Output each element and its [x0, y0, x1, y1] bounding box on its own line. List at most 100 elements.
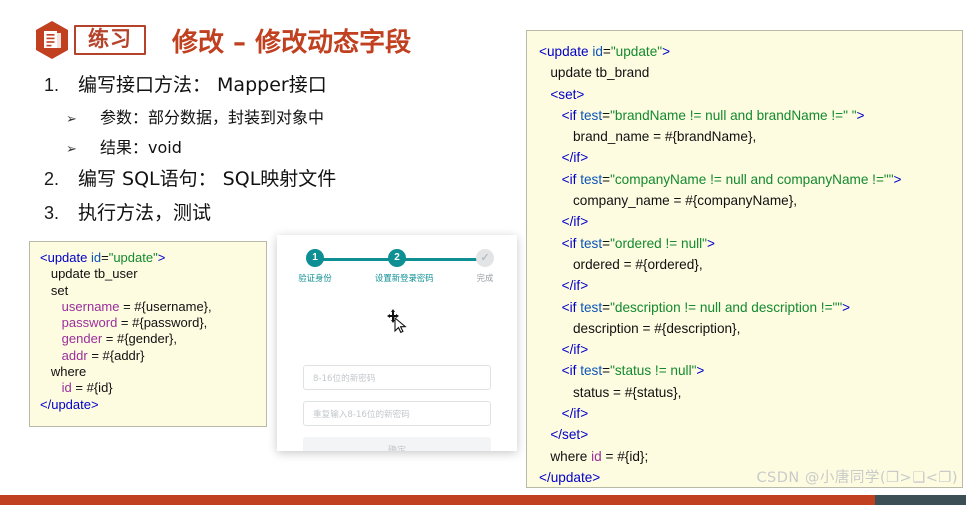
slide-canvas: 练习 修改 – 修改动态字段 1. 编写接口方法： Mapper接口 ➢ 参数：部分数… — [0, 0, 966, 505]
csdn-watermark: CSDN @小唐同学(❐>❏<❐) — [756, 470, 958, 486]
code-token-tag: > — [580, 150, 589, 166]
submit-button[interactable]: 确定 — [303, 437, 491, 451]
code-token-tag: > — [662, 44, 671, 59]
code-token-str: "companyName != null and companyName !="… — [610, 171, 894, 187]
new-password-input[interactable]: 8-16位的新密码 — [303, 365, 491, 390]
code-token-attr: test — [580, 107, 603, 123]
code-token-fld: id — [591, 448, 602, 464]
code-line: username = #{username}, — [40, 299, 260, 315]
code-token-tag: > — [576, 86, 585, 102]
code-line: description = #{description}, — [539, 318, 956, 339]
code-token-tag: > — [580, 406, 589, 422]
code-line: gender = #{gender}, — [40, 331, 260, 347]
code-line: <if test="companyName != null and compan… — [539, 169, 956, 190]
bullet-number: 2. — [44, 169, 60, 190]
code-token-pln: where — [40, 364, 87, 380]
code-block-brand-update: <update id="update"> update tb_brand <se… — [526, 30, 963, 488]
code-token-str: "description != null and description !="… — [610, 299, 843, 315]
code-line: set — [40, 283, 260, 299]
code-token-tag: > — [842, 299, 851, 315]
code-token-tag: update — [51, 396, 91, 412]
code-token-tag: > — [580, 427, 589, 443]
code-line: where id = #{id}; — [539, 446, 956, 467]
code-token-pln: description = #{description}, — [539, 320, 741, 336]
code-token-tag: < — [539, 86, 559, 102]
step-dot-2: 2 — [388, 249, 406, 267]
confirm-password-input[interactable]: 重复输入8-16位的新密码 — [303, 401, 491, 426]
code-line: ordered = #{ordered}, — [539, 254, 956, 275]
password-form: 8-16位的新密码 重复输入8-16位的新密码 确定 — [303, 365, 491, 451]
step-item-set-password[interactable]: 2 设置新登录密码 — [375, 249, 434, 284]
footer-accent-bar-right — [875, 495, 966, 505]
code-token-pln: where — [539, 448, 592, 464]
code-token-tag: </ — [539, 406, 574, 422]
list-item-label: 执行方法，测试 — [78, 201, 212, 224]
code-token-tag: if — [569, 171, 581, 187]
code-line: </update> — [40, 397, 260, 413]
list-item-label: 编写接口方法： Mapper接口 — [78, 74, 327, 96]
code-line: <if test="status != null"> — [539, 360, 956, 381]
code-token-pln: = #{id}; — [601, 448, 649, 464]
bullet-arrow-icon: ➢ — [66, 110, 77, 126]
step-dot-3-check-icon: ✓ — [476, 249, 494, 267]
code-line: update tb_brand — [539, 62, 956, 83]
code-token-pln: update tb_brand — [539, 65, 650, 81]
submit-button-label: 确定 — [387, 446, 406, 451]
list-item: ➢ 参数：部分数据，封装到对象中 — [44, 108, 484, 127]
code-token-tag: > — [580, 342, 589, 358]
code-token-tag: < — [40, 250, 48, 265]
code-token-pln: = — [602, 44, 611, 59]
code-line: <set> — [539, 84, 956, 105]
step-progress: 1 验证身份 2 设置新登录密码 ✓ 完成 — [291, 249, 503, 293]
code-line: company_name = #{companyName}, — [539, 190, 956, 211]
code-token-tag: < — [539, 107, 570, 123]
step-label-3: 完成 — [476, 273, 494, 283]
step-label-2: 设置新登录密码 — [375, 273, 434, 283]
step-item-verify-identity[interactable]: 1 验证身份 — [293, 249, 337, 284]
code-token-attr: test — [580, 299, 603, 315]
code-token-tag: > — [893, 171, 902, 187]
code-token-tag: > — [707, 235, 715, 251]
code-token-tag: if — [569, 363, 581, 379]
code-token-str: "brandName != null and brandName !=" " — [610, 107, 857, 123]
code-token-str: "update" — [108, 250, 158, 265]
code-token-tag: if — [569, 107, 581, 123]
code-line: <if test="ordered != null"> — [539, 233, 956, 254]
code-line: where — [40, 364, 260, 380]
code-token-tag: > — [592, 469, 601, 485]
code-token-tag: < — [539, 299, 570, 315]
code-token-attr: test — [580, 363, 603, 379]
code-token-pln: company_name = #{companyName}, — [539, 193, 798, 209]
code-line: </if> — [539, 211, 956, 232]
code-token-pln: ordered = #{ordered}, — [539, 256, 703, 272]
list-item: 2. 编写 SQL语句： SQL映射文件 — [44, 168, 484, 191]
code-token-pln: update tb_user — [40, 266, 138, 282]
list-item: 3. 执行方法，测试 — [44, 202, 484, 225]
exercise-badge: 练习 — [74, 25, 146, 55]
code-token-pln — [40, 315, 62, 330]
code-token-tag: </ — [539, 342, 574, 358]
code-token-attr: id — [90, 250, 102, 265]
code-token-str: "ordered != null" — [610, 235, 707, 251]
list-item: ➢ 结果：void — [44, 138, 484, 157]
code-token-tag: </ — [539, 214, 574, 230]
code-token-attr: id — [592, 44, 603, 59]
list-item-label: 参数：部分数据，封装到对象中 — [100, 107, 325, 127]
list-item-label: 结果：void — [100, 137, 182, 157]
code-token-fld: id — [61, 380, 72, 396]
code-token-fld: username — [61, 298, 120, 314]
step-label-1: 验证身份 — [298, 273, 332, 283]
bullet-number: 1. — [44, 75, 60, 95]
step-item-complete[interactable]: ✓ 完成 — [463, 249, 507, 284]
code-token-tag: > — [856, 107, 865, 123]
code-line: </set> — [539, 424, 956, 445]
code-line: status = #{status}, — [539, 382, 956, 403]
code-token-pln: = — [101, 250, 109, 265]
code-token-tag: set — [558, 86, 577, 102]
code-line: <if test="description != null and descri… — [539, 297, 956, 318]
page-title: 修改 – 修改动态字段 — [172, 27, 412, 58]
code-token-fld: gender — [61, 331, 103, 347]
steps-list: 1. 编写接口方法： Mapper接口 ➢ 参数：部分数据，封装到对象中 ➢ 结果：voi… — [44, 74, 484, 236]
code-token-pln: = — [602, 171, 611, 187]
code-token-fld: password — [61, 315, 118, 331]
